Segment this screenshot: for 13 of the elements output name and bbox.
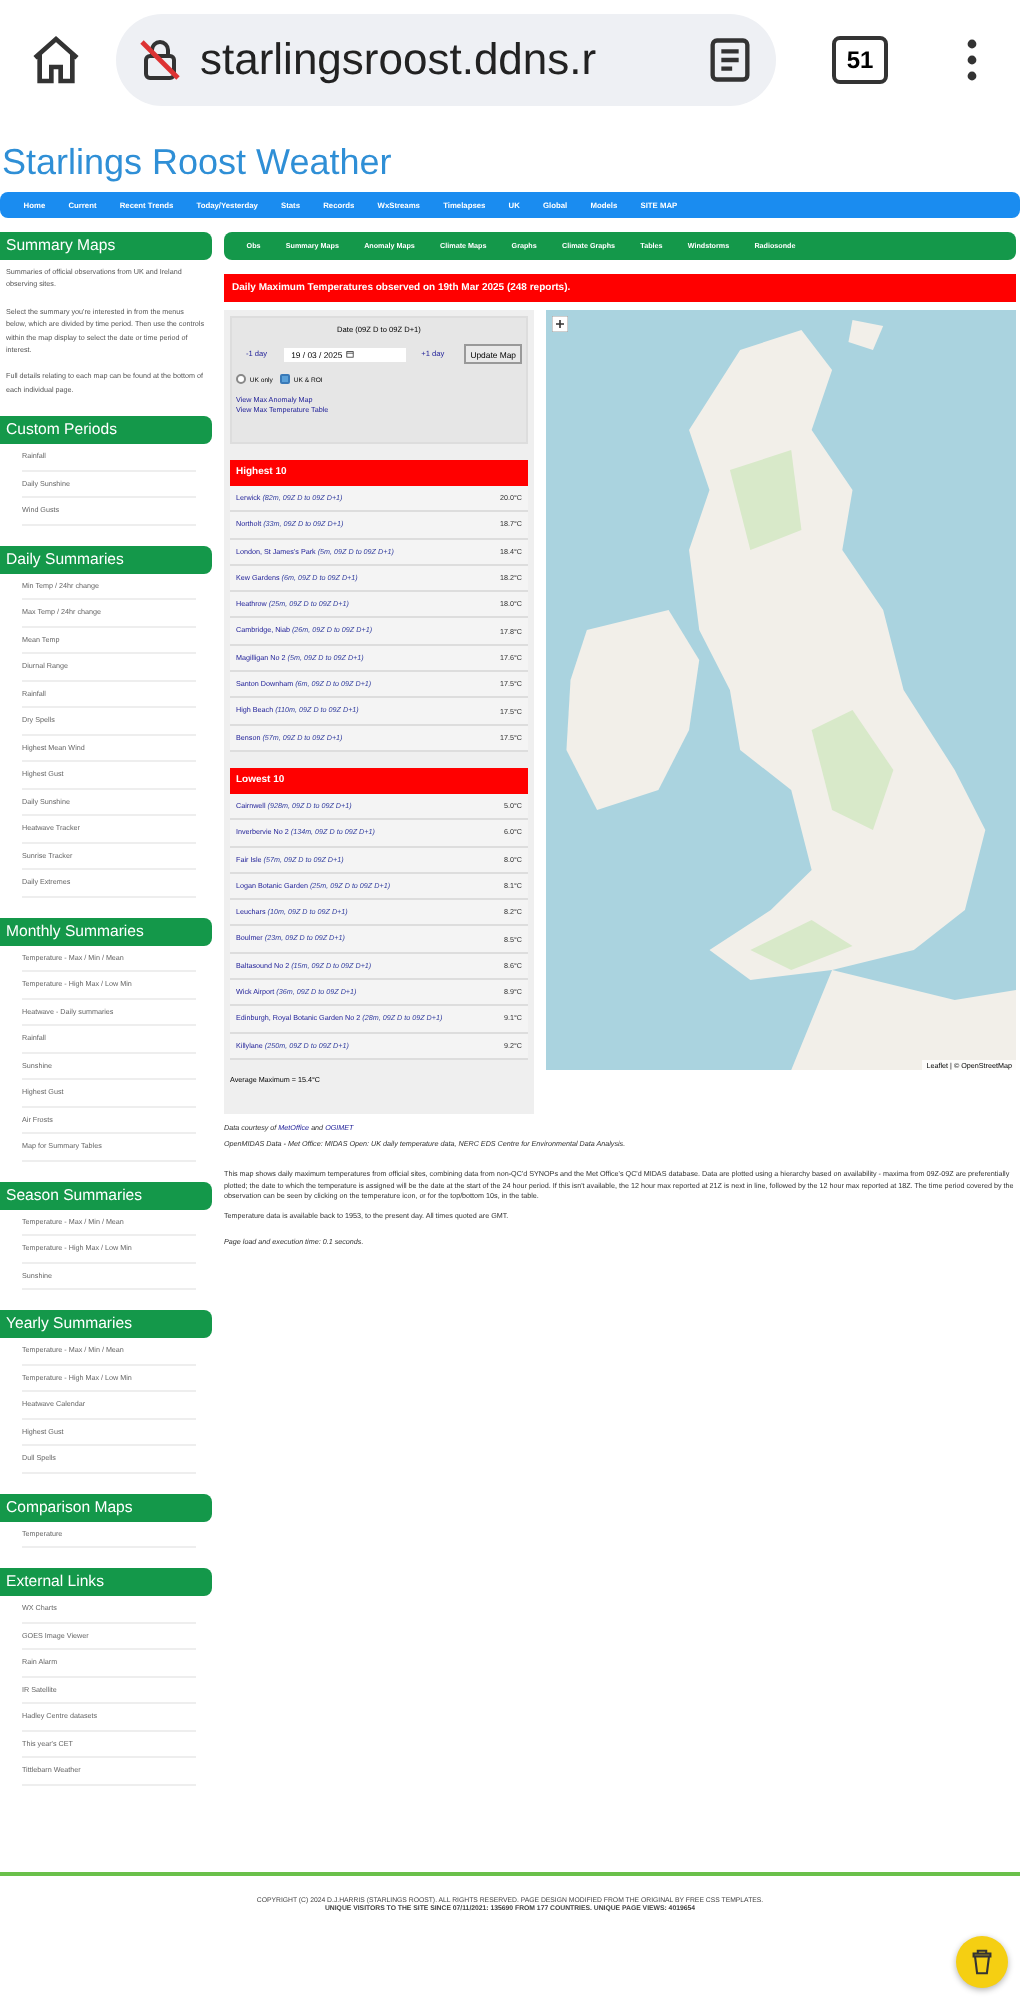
- cup-icon: [968, 1948, 996, 1976]
- calendar-icon[interactable]: [346, 350, 355, 358]
- url-text: starlingsroost.ddns.r: [200, 34, 599, 86]
- zoom-in-icon[interactable]: [552, 316, 568, 332]
- menu-icon[interactable]: [964, 36, 980, 84]
- home-icon[interactable]: [28, 32, 84, 88]
- insecure-lock-icon: [136, 36, 184, 84]
- address-bar[interactable]: starlingsroost.ddns.r: [116, 14, 776, 106]
- tip-button[interactable]: [956, 1936, 1008, 1988]
- tab-count-button[interactable]: 51: [832, 36, 888, 84]
- region-radio[interactable]: [236, 374, 247, 385]
- region-radio[interactable]: [279, 374, 291, 385]
- site-title: Starlings Roost Weather: [0, 140, 394, 186]
